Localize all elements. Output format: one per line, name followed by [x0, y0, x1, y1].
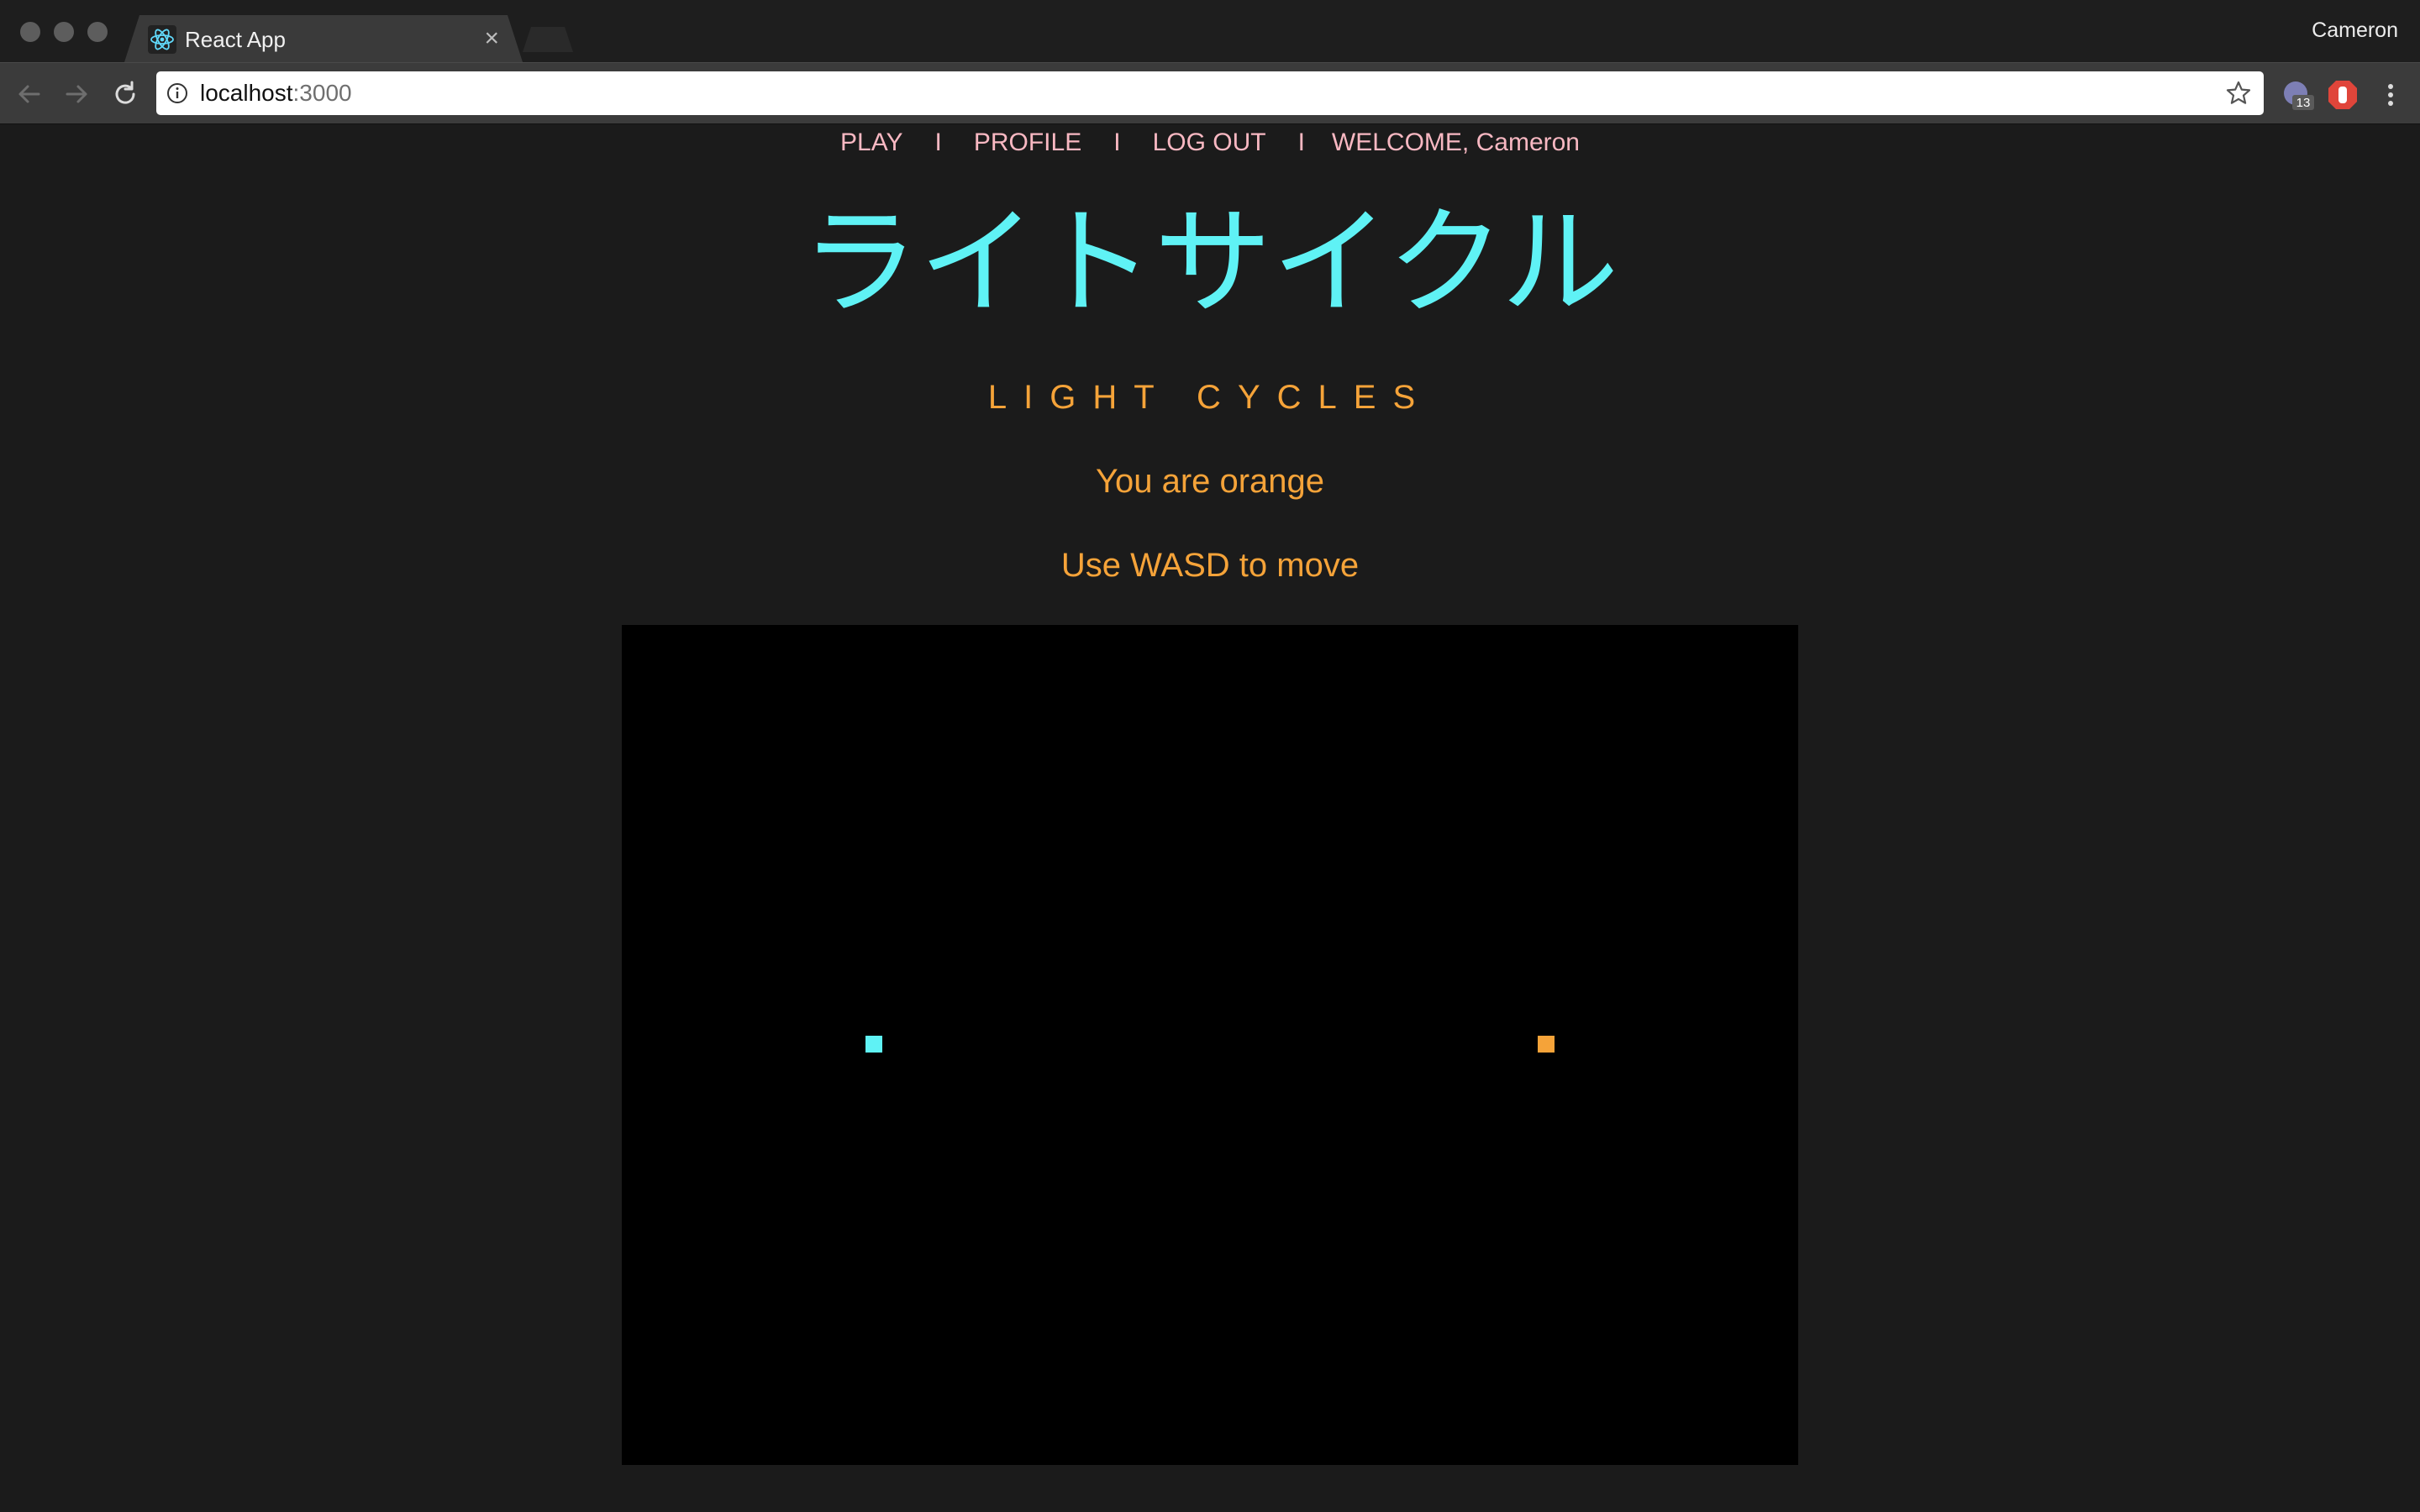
adblock-extension-icon[interactable] — [2326, 78, 2360, 112]
controls-hint-text: Use WASD to move — [1060, 547, 1360, 584]
nav-profile-link[interactable]: PROFILE — [974, 129, 1081, 157]
bookmark-star-icon[interactable] — [2225, 80, 2252, 107]
window-minimize-button[interactable] — [54, 22, 74, 42]
player-color-text: You are orange — [1095, 463, 1325, 500]
nav-separator: I — [1297, 129, 1305, 156]
top-navigation: PLAY I PROFILE I LOG OUT I WELCOME, Came… — [0, 124, 2420, 161]
back-arrow-icon[interactable] — [13, 78, 45, 110]
browser-profile-name[interactable]: Cameron — [2312, 18, 2398, 43]
nav-separator: I — [1113, 129, 1121, 156]
nav-separator: I — [934, 129, 942, 156]
react-logo-icon — [148, 25, 176, 54]
forward-arrow-icon[interactable] — [60, 78, 92, 110]
nav-logout-link[interactable]: LOG OUT — [1153, 129, 1266, 157]
page-subtitle: LIGHT CYCLES — [987, 379, 1433, 416]
window-close-button[interactable] — [20, 22, 40, 42]
nav-welcome-text: WELCOME, Cameron — [1331, 129, 1580, 156]
info-icon[interactable] — [166, 82, 188, 104]
browser-toolbar: localhost:3000 13 — [0, 62, 2420, 124]
url-port: :3000 — [292, 80, 352, 106]
tab-title: React App — [185, 27, 286, 52]
new-tab-button[interactable] — [523, 27, 573, 52]
orange-light-cycle — [1538, 1036, 1555, 1053]
extension-badge-count: 13 — [2296, 96, 2311, 110]
address-bar[interactable]: localhost:3000 — [156, 71, 2264, 115]
page-content: PLAY I PROFILE I LOG OUT I WELCOME, Came… — [0, 124, 2420, 1512]
url-host: localhost — [200, 80, 293, 106]
tab-close-icon[interactable]: × — [484, 24, 499, 53]
browser-titlebar: React App × Cameron — [0, 0, 2420, 62]
browser-tab-active[interactable]: React App × — [124, 15, 523, 62]
page-title: ライトサイクル — [801, 197, 1619, 328]
url-text[interactable]: localhost:3000 — [200, 71, 352, 115]
cyan-light-cycle — [865, 1036, 882, 1053]
more-menu-icon[interactable] — [2378, 78, 2403, 112]
window-zoom-button[interactable] — [87, 22, 108, 42]
nav-play-link[interactable]: PLAY — [840, 129, 903, 157]
extension-badge-icon[interactable]: 13 — [2281, 78, 2314, 112]
reload-icon[interactable] — [109, 78, 141, 110]
game-canvas[interactable] — [622, 625, 1798, 1465]
